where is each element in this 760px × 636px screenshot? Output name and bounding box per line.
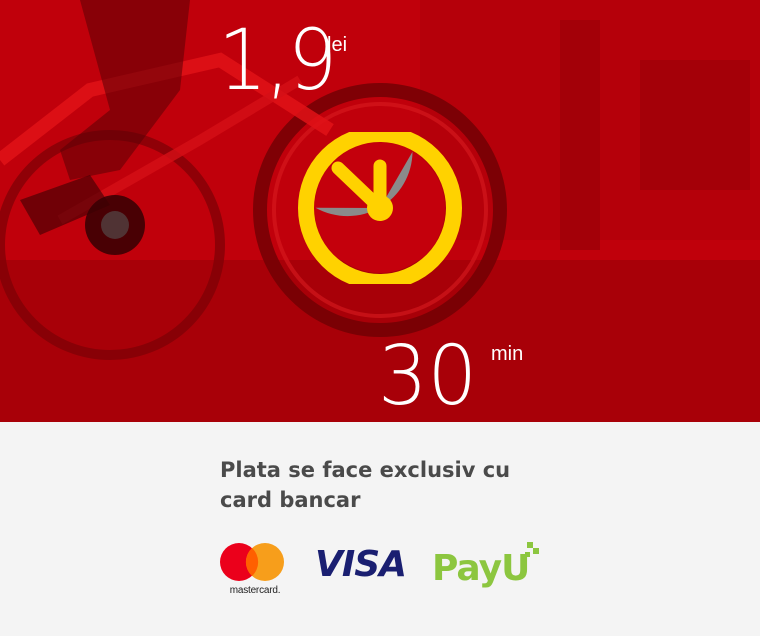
time-value: 30 xyxy=(378,329,478,422)
payment-text-line2: card bancar xyxy=(220,488,361,512)
payu-logo: PayU xyxy=(432,548,530,589)
price-unit: lei xyxy=(327,34,348,56)
mastercard-label: mastercard. xyxy=(229,585,281,596)
hero-banner: 1,9 lei 30 min xyxy=(0,0,760,422)
time-unit: min xyxy=(491,343,524,365)
payu-logo-dots xyxy=(525,542,539,557)
payment-info-section: Plata se face exclusiv cu card bancar ma… xyxy=(0,422,760,636)
mastercard-logo xyxy=(220,543,284,581)
clock-icon xyxy=(298,132,462,284)
price-value: 1,9 xyxy=(218,11,337,109)
visa-logo: VISA xyxy=(315,544,407,585)
payment-text-line1: Plata se face exclusiv cu xyxy=(220,458,511,482)
payment-info-text: Plata se face exclusiv cu card bancar xyxy=(220,455,560,515)
